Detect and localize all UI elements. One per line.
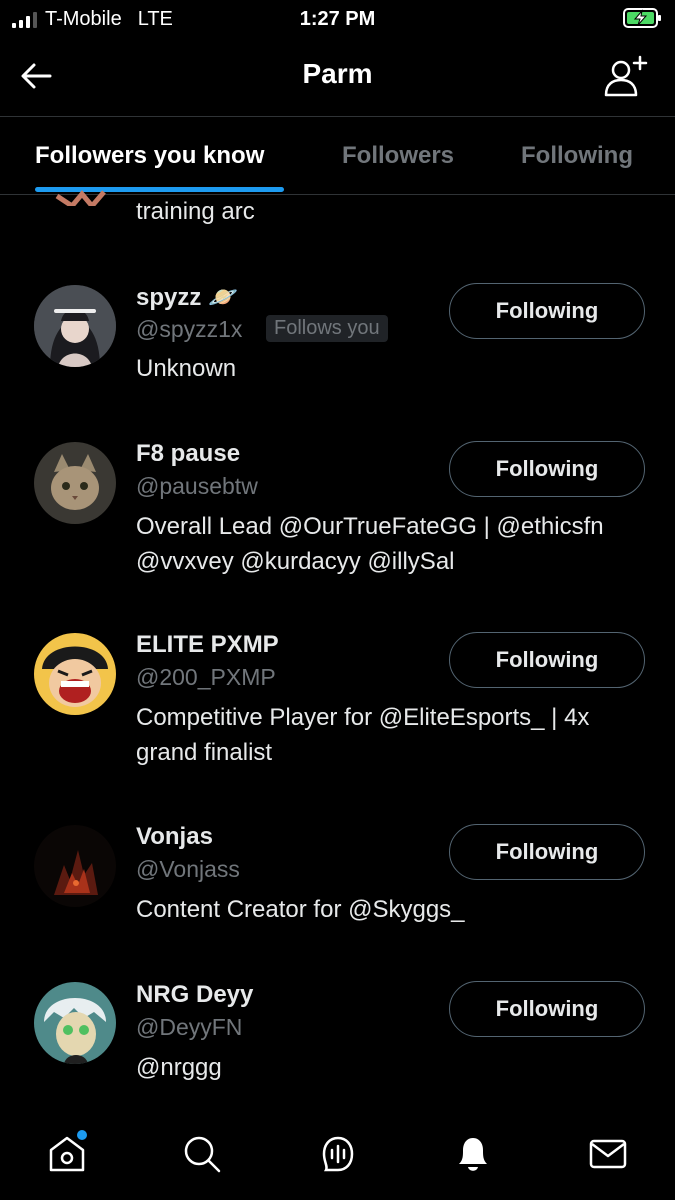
user-handle[interactable]: @DeyyFN	[136, 1014, 242, 1041]
bio-line: Competitive Player for @EliteEsports_ | …	[136, 704, 590, 731]
user-bio: Unknown	[136, 351, 656, 386]
following-button[interactable]: Following	[449, 441, 645, 497]
avatar[interactable]	[52, 186, 112, 206]
bio-line: @nrggg	[136, 1054, 222, 1081]
user-handle[interactable]: @pausebtw	[136, 473, 258, 500]
bio-line: Unknown	[136, 355, 237, 382]
status-time: 1:27 PM	[299, 8, 376, 30]
page-title: Parm	[302, 58, 373, 89]
user-handle[interactable]: @spyzz1x	[136, 316, 242, 343]
following-button[interactable]: Following	[449, 632, 645, 688]
spaces-icon[interactable]	[316, 1132, 360, 1176]
messages-icon[interactable]	[586, 1132, 630, 1176]
user-bio: Content Creator for @Skyggs_	[136, 892, 656, 927]
battery-charging-icon	[623, 8, 661, 28]
top-header: Parm	[0, 38, 675, 117]
following-button[interactable]: Following	[449, 981, 645, 1037]
user-bio: @nrggg	[136, 1050, 656, 1085]
user-bio: Overall Lead @OurTrueFateGG | @ethicsfn …	[136, 509, 656, 579]
following-button[interactable]: Following	[449, 824, 645, 880]
following-button[interactable]: Following	[449, 283, 645, 339]
avatar[interactable]	[34, 633, 116, 715]
user-name[interactable]: spyzz 🪐	[136, 283, 238, 312]
search-icon[interactable]	[180, 1132, 224, 1176]
bio-line: Overall Lead @OurTrueFateGG | @ethicsfn	[136, 513, 604, 540]
user-handle[interactable]: @Vonjass	[136, 856, 240, 883]
home-notification-dot	[77, 1130, 87, 1140]
user-name[interactable]: F8 pause	[136, 440, 240, 468]
avatar[interactable]	[34, 982, 116, 1064]
tab-followers[interactable]: Followers	[342, 142, 454, 170]
avatar[interactable]	[34, 442, 116, 524]
tab-followers-you-know[interactable]: Followers you know	[35, 142, 264, 170]
avatar[interactable]	[34, 285, 116, 367]
avatar[interactable]	[34, 825, 116, 907]
notifications-icon[interactable]	[451, 1132, 495, 1176]
tab-following[interactable]: Following	[521, 142, 633, 170]
user-name[interactable]: NRG Deyy	[136, 981, 253, 1009]
add-user-icon[interactable]	[603, 54, 649, 98]
bottom-nav	[0, 1110, 675, 1200]
bio-line: Content Creator for @Skyggs_	[136, 896, 465, 923]
user-bio: training arc	[136, 198, 255, 225]
user-handle[interactable]: @200_PXMP	[136, 664, 276, 691]
follows-you-badge: Follows you	[266, 315, 388, 342]
bio-line: grand finalist	[136, 739, 273, 766]
bio-line: @vvxvey @kurdacyy @illySal	[136, 548, 455, 575]
user-name[interactable]: Vonjas	[136, 823, 213, 851]
tab-bar: Followers you know Followers Following	[0, 117, 675, 195]
status-bar: T-Mobile LTE 1:27 PM	[0, 0, 675, 38]
user-bio: Competitive Player for @EliteEsports_ | …	[136, 700, 656, 770]
user-name[interactable]: ELITE PXMP	[136, 631, 279, 659]
